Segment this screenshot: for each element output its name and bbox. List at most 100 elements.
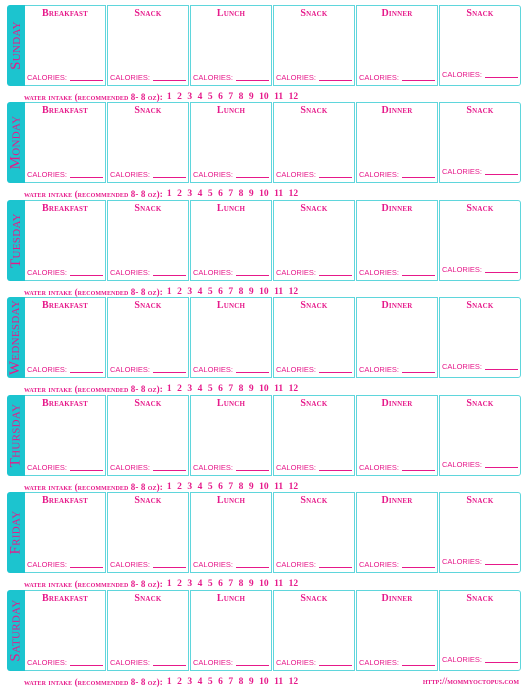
calories-blank-line[interactable]: [70, 469, 103, 471]
water-glass-number[interactable]: 8: [239, 677, 244, 687]
calories-blank-line[interactable]: [236, 176, 269, 178]
calories-blank-line[interactable]: [153, 371, 186, 373]
calories-field[interactable]: CALORIES:: [193, 658, 269, 667]
water-glass-number[interactable]: 1: [167, 189, 172, 199]
meal-cell-dinner[interactable]: Dinner CALORIES:: [356, 590, 438, 671]
water-glass-number[interactable]: 10: [259, 384, 269, 394]
water-glass-number[interactable]: 4: [198, 579, 203, 589]
calories-field[interactable]: CALORIES:: [359, 73, 435, 82]
water-glass-number[interactable]: 10: [259, 287, 269, 297]
calories-blank-line[interactable]: [485, 271, 518, 273]
meal-cell-snack[interactable]: Snack CALORIES:: [439, 102, 521, 183]
calories-blank-line[interactable]: [70, 371, 103, 373]
calories-field[interactable]: CALORIES:: [27, 658, 103, 667]
water-glass-number[interactable]: 11: [274, 579, 283, 589]
calories-blank-line[interactable]: [236, 566, 269, 568]
calories-field[interactable]: CALORIES:: [27, 560, 103, 569]
meal-cell-breakfast[interactable]: Breakfast CALORIES:: [25, 590, 106, 671]
water-glass-number[interactable]: 7: [228, 482, 233, 492]
calories-blank-line[interactable]: [153, 469, 186, 471]
calories-field[interactable]: CALORIES:: [193, 365, 269, 374]
calories-field[interactable]: CALORIES:: [27, 365, 103, 374]
calories-blank-line[interactable]: [485, 661, 518, 663]
meal-cell-dinner[interactable]: Dinner CALORIES:: [356, 200, 438, 281]
calories-field[interactable]: CALORIES:: [110, 365, 186, 374]
calories-field[interactable]: CALORIES:: [110, 170, 186, 179]
meal-cell-breakfast[interactable]: Breakfast CALORIES:: [25, 395, 106, 476]
calories-field[interactable]: CALORIES:: [27, 463, 103, 472]
water-glass-number[interactable]: 6: [218, 384, 223, 394]
calories-blank-line[interactable]: [153, 79, 186, 81]
calories-blank-line[interactable]: [236, 274, 269, 276]
calories-field[interactable]: CALORIES:: [193, 170, 269, 179]
calories-blank-line[interactable]: [402, 566, 435, 568]
meal-cell-snack[interactable]: Snack CALORIES:: [439, 492, 521, 573]
water-glass-number[interactable]: 1: [167, 579, 172, 589]
water-glass-number[interactable]: 5: [208, 579, 213, 589]
calories-field[interactable]: CALORIES:: [442, 362, 518, 371]
calories-blank-line[interactable]: [70, 79, 103, 81]
calories-field[interactable]: CALORIES:: [110, 73, 186, 82]
calories-field[interactable]: CALORIES:: [442, 70, 518, 79]
calories-blank-line[interactable]: [153, 274, 186, 276]
meal-cell-snack[interactable]: Snack CALORIES:: [273, 297, 355, 378]
calories-blank-line[interactable]: [236, 79, 269, 81]
meal-cell-snack[interactable]: Snack CALORIES:: [273, 5, 355, 86]
water-glass-number[interactable]: 8: [239, 92, 244, 102]
calories-blank-line[interactable]: [236, 371, 269, 373]
water-glass-number[interactable]: 7: [228, 384, 233, 394]
meal-cell-breakfast[interactable]: Breakfast CALORIES:: [25, 492, 106, 573]
meal-cell-snack[interactable]: Snack CALORIES:: [107, 297, 189, 378]
water-glass-number[interactable]: 7: [228, 579, 233, 589]
water-glass-number[interactable]: 5: [208, 482, 213, 492]
water-glass-number[interactable]: 2: [177, 287, 182, 297]
calories-blank-line[interactable]: [153, 566, 186, 568]
water-glass-number[interactable]: 4: [198, 384, 203, 394]
water-glass-number[interactable]: 3: [187, 579, 192, 589]
meal-cell-snack[interactable]: Snack CALORIES:: [273, 200, 355, 281]
water-glass-number[interactable]: 3: [187, 677, 192, 687]
calories-field[interactable]: CALORIES:: [276, 73, 352, 82]
meal-cell-lunch[interactable]: Lunch CALORIES:: [190, 200, 272, 281]
water-glass-number[interactable]: 12: [289, 92, 299, 102]
water-glass-number[interactable]: 2: [177, 189, 182, 199]
water-glass-number[interactable]: 7: [228, 287, 233, 297]
calories-field[interactable]: CALORIES:: [27, 268, 103, 277]
calories-field[interactable]: CALORIES:: [193, 463, 269, 472]
water-glass-number[interactable]: 2: [177, 482, 182, 492]
calories-field[interactable]: CALORIES:: [442, 265, 518, 274]
calories-blank-line[interactable]: [402, 664, 435, 666]
calories-field[interactable]: CALORIES:: [442, 655, 518, 664]
meal-cell-snack[interactable]: Snack CALORIES:: [439, 5, 521, 86]
calories-blank-line[interactable]: [319, 371, 352, 373]
water-glass-number[interactable]: 6: [218, 677, 223, 687]
water-glass-number[interactable]: 5: [208, 384, 213, 394]
meal-cell-snack[interactable]: Snack CALORIES:: [273, 492, 355, 573]
water-glass-number[interactable]: 9: [249, 92, 254, 102]
calories-blank-line[interactable]: [70, 176, 103, 178]
water-glass-number[interactable]: 3: [187, 92, 192, 102]
water-glass-number[interactable]: 2: [177, 92, 182, 102]
calories-field[interactable]: CALORIES:: [110, 560, 186, 569]
calories-field[interactable]: CALORIES:: [276, 365, 352, 374]
water-glass-number[interactable]: 6: [218, 579, 223, 589]
meal-cell-dinner[interactable]: Dinner CALORIES:: [356, 297, 438, 378]
meal-cell-dinner[interactable]: Dinner CALORIES:: [356, 395, 438, 476]
calories-field[interactable]: CALORIES:: [442, 167, 518, 176]
water-glass-number[interactable]: 2: [177, 579, 182, 589]
meal-cell-snack[interactable]: Snack CALORIES:: [273, 102, 355, 183]
water-glass-number[interactable]: 12: [289, 189, 299, 199]
meal-cell-snack[interactable]: Snack CALORIES:: [107, 590, 189, 671]
water-glass-number[interactable]: 5: [208, 287, 213, 297]
calories-blank-line[interactable]: [70, 566, 103, 568]
calories-blank-line[interactable]: [402, 469, 435, 471]
meal-cell-snack[interactable]: Snack CALORIES:: [273, 395, 355, 476]
water-glass-number[interactable]: 11: [274, 384, 283, 394]
calories-field[interactable]: CALORIES:: [193, 560, 269, 569]
water-glass-number[interactable]: 11: [274, 287, 283, 297]
water-glass-number[interactable]: 6: [218, 482, 223, 492]
meal-cell-snack[interactable]: Snack CALORIES:: [107, 200, 189, 281]
water-glass-number[interactable]: 7: [228, 677, 233, 687]
calories-blank-line[interactable]: [319, 176, 352, 178]
water-glass-number[interactable]: 3: [187, 482, 192, 492]
